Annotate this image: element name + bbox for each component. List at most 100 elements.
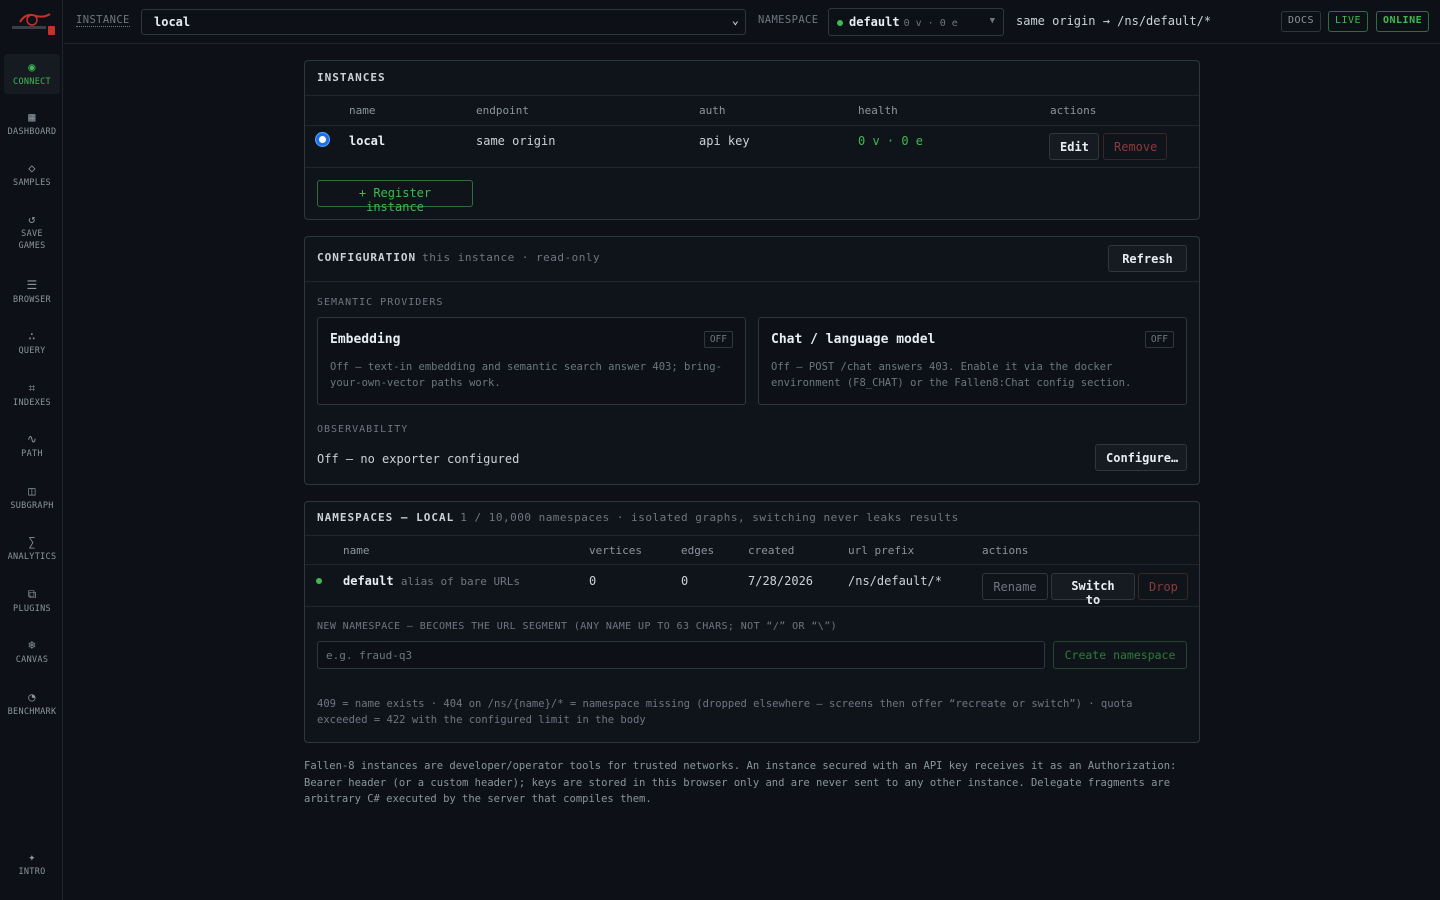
browser-icon: ☰ xyxy=(26,278,38,292)
chat-card: Chat / language model OFF Off — POST /ch… xyxy=(758,317,1187,405)
col-health: health xyxy=(858,104,898,117)
namespaces-panel: NAMESPACES — LOCAL 1 / 10,000 namespaces … xyxy=(304,501,1200,743)
chat-title: Chat / language model xyxy=(771,332,936,347)
remove-button[interactable]: Remove xyxy=(1103,133,1167,160)
instance-select-value: local xyxy=(154,15,191,29)
security-footnote: Fallen-8 instances are developer/operato… xyxy=(304,760,1177,805)
nav-plugins[interactable]: ⧉ PLUGINS xyxy=(4,587,60,615)
live-badge[interactable]: LIVE xyxy=(1328,11,1369,32)
semantic-providers-label: SEMANTIC PROVIDERS xyxy=(317,297,444,308)
namespace-name-cell: default alias of bare URLs xyxy=(343,574,520,588)
nav-indexes[interactable]: ⌗ INDEXES xyxy=(4,381,60,409)
instance-auth: api key xyxy=(699,134,750,148)
active-dot-icon xyxy=(316,578,322,584)
configuration-title-text: CONFIGURATION xyxy=(317,251,417,264)
benchmark-icon: ◔ xyxy=(28,690,36,704)
connect-icon: ◉ xyxy=(28,60,36,74)
divider xyxy=(305,606,1199,607)
divider xyxy=(305,564,1199,565)
online-badge: ONLINE xyxy=(1376,11,1430,32)
fallen8-logo[interactable] xyxy=(6,8,58,38)
canvas-icon: ❄ xyxy=(28,638,36,652)
namespace-select-value: default xyxy=(849,15,900,29)
chat-description: Off — POST /chat answers 403. Enable it … xyxy=(771,361,1132,389)
namespaces-subtitle: 1 / 10,000 namespaces · isolated graphs,… xyxy=(460,511,959,524)
create-namespace-button[interactable]: Create namespace xyxy=(1053,641,1187,669)
indexes-icon: ⌗ xyxy=(28,381,36,395)
instance-radio[interactable] xyxy=(316,133,329,146)
docs-button[interactable]: DOCS xyxy=(1281,11,1322,32)
nav-label: BROWSER xyxy=(13,295,51,305)
nav-label: INDEXES xyxy=(13,398,51,408)
nav-intro[interactable]: ✦ INTRO xyxy=(4,850,60,878)
nav-connect[interactable]: ◉ CONNECT xyxy=(4,54,60,94)
divider xyxy=(305,535,1199,536)
edit-button[interactable]: Edit xyxy=(1049,133,1099,160)
nav-canvas[interactable]: ❄ CANVAS xyxy=(4,638,60,666)
namespace-select[interactable]: default 0 v · 0 e ▼ xyxy=(828,8,1004,36)
divider xyxy=(305,95,1199,96)
nav-save-games[interactable]: ↺ SAVE GAMES xyxy=(4,212,60,252)
nav-analytics[interactable]: ∑ ANALYTICS xyxy=(4,535,60,563)
nav-query[interactable]: ∴ QUERY xyxy=(4,329,60,357)
namespace-help-text: 409 = name exists · 404 on /ns/{name}/* … xyxy=(317,698,1133,726)
col-name: name xyxy=(343,544,370,557)
drop-button[interactable]: Drop xyxy=(1138,573,1188,600)
namespace-created: 7/28/2026 xyxy=(748,574,814,588)
topbar: INSTANCE local ⌄ NAMESPACE default 0 v · … xyxy=(64,0,1440,44)
namespace-url-prefix: /ns/default/* xyxy=(848,574,942,588)
instance-name: local xyxy=(349,134,386,148)
nav-label: SAMPLES xyxy=(13,178,51,188)
namespace-name: default xyxy=(343,574,394,588)
instance-endpoint: same origin xyxy=(476,134,556,148)
nav-label: CONNECT xyxy=(13,77,51,87)
new-namespace-label: NEW NAMESPACE — BECOMES THE URL SEGMENT … xyxy=(317,621,838,632)
namespace-counts: 0 v · 0 e xyxy=(903,18,958,29)
embedding-title: Embedding xyxy=(330,332,401,347)
switch-to-button[interactable]: Switch to xyxy=(1051,573,1135,607)
nav-path[interactable]: ∿ PATH xyxy=(4,432,60,460)
observability-label: OBSERVABILITY xyxy=(317,424,409,435)
instances-title: INSTANCES xyxy=(317,71,386,84)
embedding-card: Embedding OFF Off — text-in embedding an… xyxy=(317,317,746,405)
chevron-down-icon: ⌄ xyxy=(731,13,739,27)
dashboard-icon: ▦ xyxy=(28,110,36,124)
nav-samples[interactable]: ◇ SAMPLES xyxy=(4,161,60,189)
nav-browser[interactable]: ☰ BROWSER xyxy=(4,278,60,306)
instances-panel: INSTANCES name endpoint auth health acti… xyxy=(304,60,1200,220)
nav-label: PLUGINS xyxy=(13,604,51,614)
nav-label: QUERY xyxy=(18,346,46,356)
nav-label: DASHBOARD xyxy=(7,127,57,137)
nav-label: PATH xyxy=(21,449,43,459)
register-instance-button[interactable]: + Register instance xyxy=(317,180,473,214)
divider xyxy=(305,281,1199,282)
namespace-label: NAMESPACE xyxy=(758,14,819,26)
instance-select[interactable]: local ⌄ xyxy=(141,9,746,35)
col-name: name xyxy=(349,104,376,117)
nav-label: CANVAS xyxy=(15,655,49,665)
col-url-prefix: url prefix xyxy=(848,544,915,557)
subgraph-icon: ◫ xyxy=(28,484,36,498)
samples-icon: ◇ xyxy=(28,161,36,175)
configure-button[interactable]: Configure… xyxy=(1095,444,1187,471)
col-actions: actions xyxy=(982,544,1029,557)
namespaces-title-text: NAMESPACES — LOCAL xyxy=(317,511,455,524)
new-namespace-input[interactable] xyxy=(317,641,1045,669)
instance-health: 0 v · 0 e xyxy=(858,134,924,148)
nav-benchmark[interactable]: ◔ BENCHMARK xyxy=(4,690,60,718)
configuration-subtitle: this instance · read-only xyxy=(422,251,601,264)
analytics-icon: ∑ xyxy=(28,535,36,549)
sparkle-icon: ✦ xyxy=(28,850,36,864)
nav-subgraph[interactable]: ◫ SUBGRAPH xyxy=(4,484,60,512)
col-created: created xyxy=(748,544,795,557)
namespace-alias: alias of bare URLs xyxy=(400,575,521,588)
save-games-icon: ↺ xyxy=(28,212,36,226)
configuration-panel: CONFIGURATION this instance · read-only R… xyxy=(304,236,1200,485)
nav-dashboard[interactable]: ▦ DASHBOARD xyxy=(4,110,60,138)
rename-button[interactable]: Rename xyxy=(982,573,1048,600)
observability-value: Off — no exporter configured xyxy=(317,452,520,466)
refresh-button[interactable]: Refresh xyxy=(1108,245,1187,272)
embedding-description: Off — text-in embedding and semantic sea… xyxy=(330,361,722,389)
plugins-icon: ⧉ xyxy=(27,587,37,601)
status-dot-icon xyxy=(837,19,843,26)
